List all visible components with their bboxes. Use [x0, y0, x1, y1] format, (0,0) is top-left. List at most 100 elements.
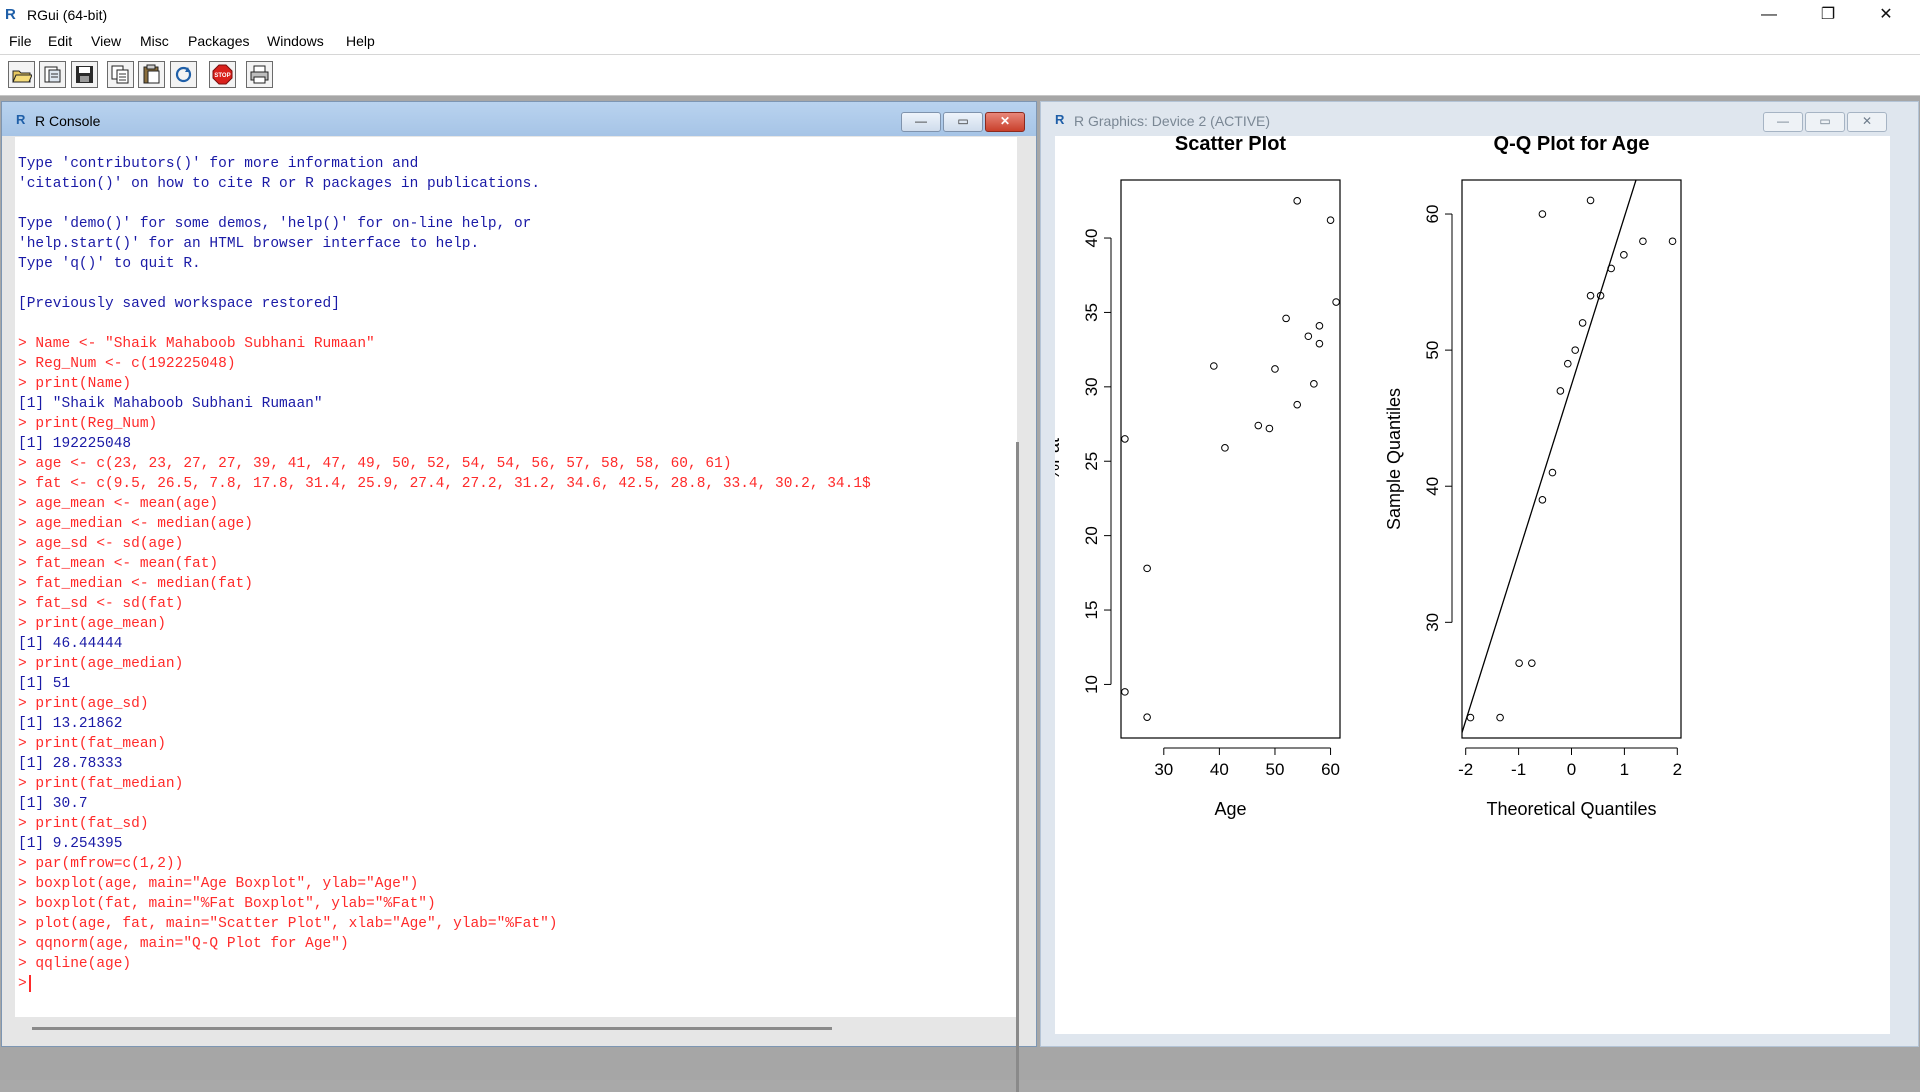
- console-vertical-scrollbar[interactable]: [1016, 442, 1019, 1092]
- console-output-line: [1] 192225048: [18, 436, 132, 452]
- minimize-button[interactable]: —: [1747, 2, 1791, 28]
- y-tick-label: 40: [1082, 229, 1101, 248]
- console-info-line: [Previously saved workspace restored]: [18, 296, 340, 312]
- data-point: [1563, 359, 1572, 368]
- data-point: [1332, 298, 1340, 306]
- restore-button[interactable]: ❐: [1806, 2, 1850, 28]
- chart-title: Scatter Plot: [1175, 136, 1286, 155]
- y-tick-label: 30: [1423, 613, 1442, 632]
- y-tick-label: 20: [1082, 526, 1101, 545]
- menu-view[interactable]: View: [91, 33, 121, 49]
- menu-help[interactable]: Help: [346, 33, 375, 49]
- data-point: [1466, 713, 1475, 722]
- y-tick-label: 35: [1082, 303, 1101, 322]
- console-command-line: > par(mfrow=c(1,2)): [18, 856, 184, 872]
- menu-misc[interactable]: Misc: [140, 33, 169, 49]
- print-icon: [250, 65, 269, 84]
- graphics-maximize-button[interactable]: ▭: [1805, 112, 1845, 132]
- data-point: [1639, 237, 1647, 246]
- console-command-line: > fat <- c(9.5, 26.5, 7.8, 17.8, 31.4, 2…: [18, 476, 871, 492]
- console-minimize-button[interactable]: —: [901, 112, 941, 132]
- data-point: [1315, 339, 1324, 348]
- data-point: [1538, 210, 1547, 218]
- r-console-title: R Console: [35, 113, 101, 129]
- data-point: [1210, 362, 1218, 370]
- menu-windows[interactable]: Windows: [267, 33, 324, 49]
- paste-button[interactable]: [138, 61, 165, 88]
- console-command-line: > plot(age, fat, main="Scatter Plot", xl…: [18, 916, 558, 932]
- chart-title: Q-Q Plot for Age: [1494, 136, 1650, 155]
- x-axis-label: Theoretical Quantiles: [1486, 799, 1656, 819]
- close-button[interactable]: ✕: [1864, 2, 1908, 28]
- data-point: [1121, 435, 1129, 443]
- console-maximize-button[interactable]: ▭: [943, 112, 983, 132]
- paste-icon: [143, 64, 160, 84]
- console-prompt-line[interactable]: >: [18, 974, 1016, 994]
- console-command-line: > age <- c(23, 23, 27, 27, 39, 41, 47, 4…: [18, 456, 732, 472]
- console-command-line: > qqnorm(age, main="Q-Q Plot for Age"): [18, 936, 349, 952]
- graphics-close-button[interactable]: ✕: [1847, 112, 1887, 132]
- plot-frame: [1120, 179, 1341, 739]
- y-tick-label: 25: [1082, 452, 1101, 471]
- data-point: [1315, 322, 1324, 330]
- load-workspace-icon: [44, 66, 61, 83]
- console-command-line: > print(fat_median): [18, 776, 184, 792]
- copy-button[interactable]: [107, 61, 134, 88]
- data-point: [1586, 291, 1595, 300]
- data-point: [1310, 380, 1318, 388]
- load-workspace-button[interactable]: [39, 61, 66, 88]
- r-graphics-title: R Graphics: Device 2 (ACTIVE): [1074, 113, 1271, 129]
- menu-packages[interactable]: Packages: [188, 33, 249, 49]
- console-command-line: > print(fat_sd): [18, 816, 149, 832]
- console-command-line: > print(fat_mean): [18, 736, 166, 752]
- console-text: Type 'contributors()' for more informati…: [18, 154, 1016, 994]
- y-tick-label: 30: [1082, 377, 1101, 396]
- open-folder-icon: [12, 70, 32, 83]
- console-command-line: > print(age_median): [18, 656, 184, 672]
- graphics-minimize-button[interactable]: —: [1763, 112, 1803, 132]
- data-point: [1548, 468, 1557, 477]
- r-console-titlebar[interactable]: R R Console — ▭ ✕: [2, 102, 1036, 136]
- console-output-line: [1] "Shaik Mahaboob Subhani Rumaan": [18, 396, 323, 412]
- y-axis-label: Sample Quantiles: [1384, 388, 1404, 530]
- save-icon: [76, 66, 93, 83]
- console-command-line: > Reg_Num <- c(192225048): [18, 356, 236, 372]
- console-output[interactable]: Type 'contributors()' for more informati…: [15, 137, 1017, 1017]
- console-command-line: > age_sd <- sd(age): [18, 536, 184, 552]
- menu-bar: File Edit View Misc Packages Windows Hel…: [0, 30, 1920, 55]
- r-graphics-titlebar[interactable]: R R Graphics: Device 2 (ACTIVE) — ▭ ✕: [1041, 102, 1918, 136]
- open-script-button[interactable]: [8, 61, 35, 88]
- console-info-line: Type 'demo()' for some demos, 'help()' f…: [18, 216, 532, 232]
- console-command-line: > fat_sd <- sd(fat): [18, 596, 184, 612]
- data-point: [1515, 659, 1523, 667]
- r-logo-icon: R: [16, 112, 26, 127]
- x-tick-label: 40: [1210, 760, 1229, 779]
- menu-edit[interactable]: Edit: [48, 33, 72, 49]
- refresh-icon: [175, 66, 192, 83]
- console-info-line: 'citation()' on how to cite R or R packa…: [18, 176, 541, 192]
- data-point: [1326, 216, 1335, 224]
- toolbar: STOP: [0, 55, 1920, 96]
- stop-icon: STOP: [212, 64, 233, 85]
- r-console-window[interactable]: R R Console — ▭ ✕ Type 'contributors()' …: [1, 101, 1037, 1092]
- x-tick-label: 0: [1567, 760, 1576, 779]
- data-point: [1221, 444, 1229, 452]
- console-output-line: [1] 28.78333: [18, 756, 123, 772]
- console-prompt: >: [18, 976, 27, 992]
- copy-paste-button[interactable]: [170, 61, 197, 88]
- console-close-button[interactable]: ✕: [985, 112, 1025, 132]
- console-command-line: > print(age_mean): [18, 616, 166, 632]
- console-info-line: [18, 314, 1016, 334]
- data-point: [1143, 564, 1151, 573]
- console-command-line: > boxplot(age, main="Age Boxplot", ylab=…: [18, 876, 419, 892]
- stop-button[interactable]: STOP: [209, 61, 236, 88]
- print-button[interactable]: [246, 61, 273, 88]
- save-workspace-button[interactable]: [71, 61, 98, 88]
- r-graphics-window[interactable]: R R Graphics: Device 2 (ACTIVE) — ▭ ✕ Sc…: [1040, 101, 1919, 1047]
- menu-file[interactable]: File: [9, 33, 32, 49]
- r-logo-icon: R: [1055, 112, 1065, 127]
- x-tick-label: 60: [1321, 760, 1340, 779]
- console-output-line: [1] 9.254395: [18, 836, 123, 852]
- console-horizontal-scrollbar[interactable]: [32, 1027, 832, 1030]
- app-titlebar: R RGui (64-bit) — ❐ ✕: [0, 0, 1920, 30]
